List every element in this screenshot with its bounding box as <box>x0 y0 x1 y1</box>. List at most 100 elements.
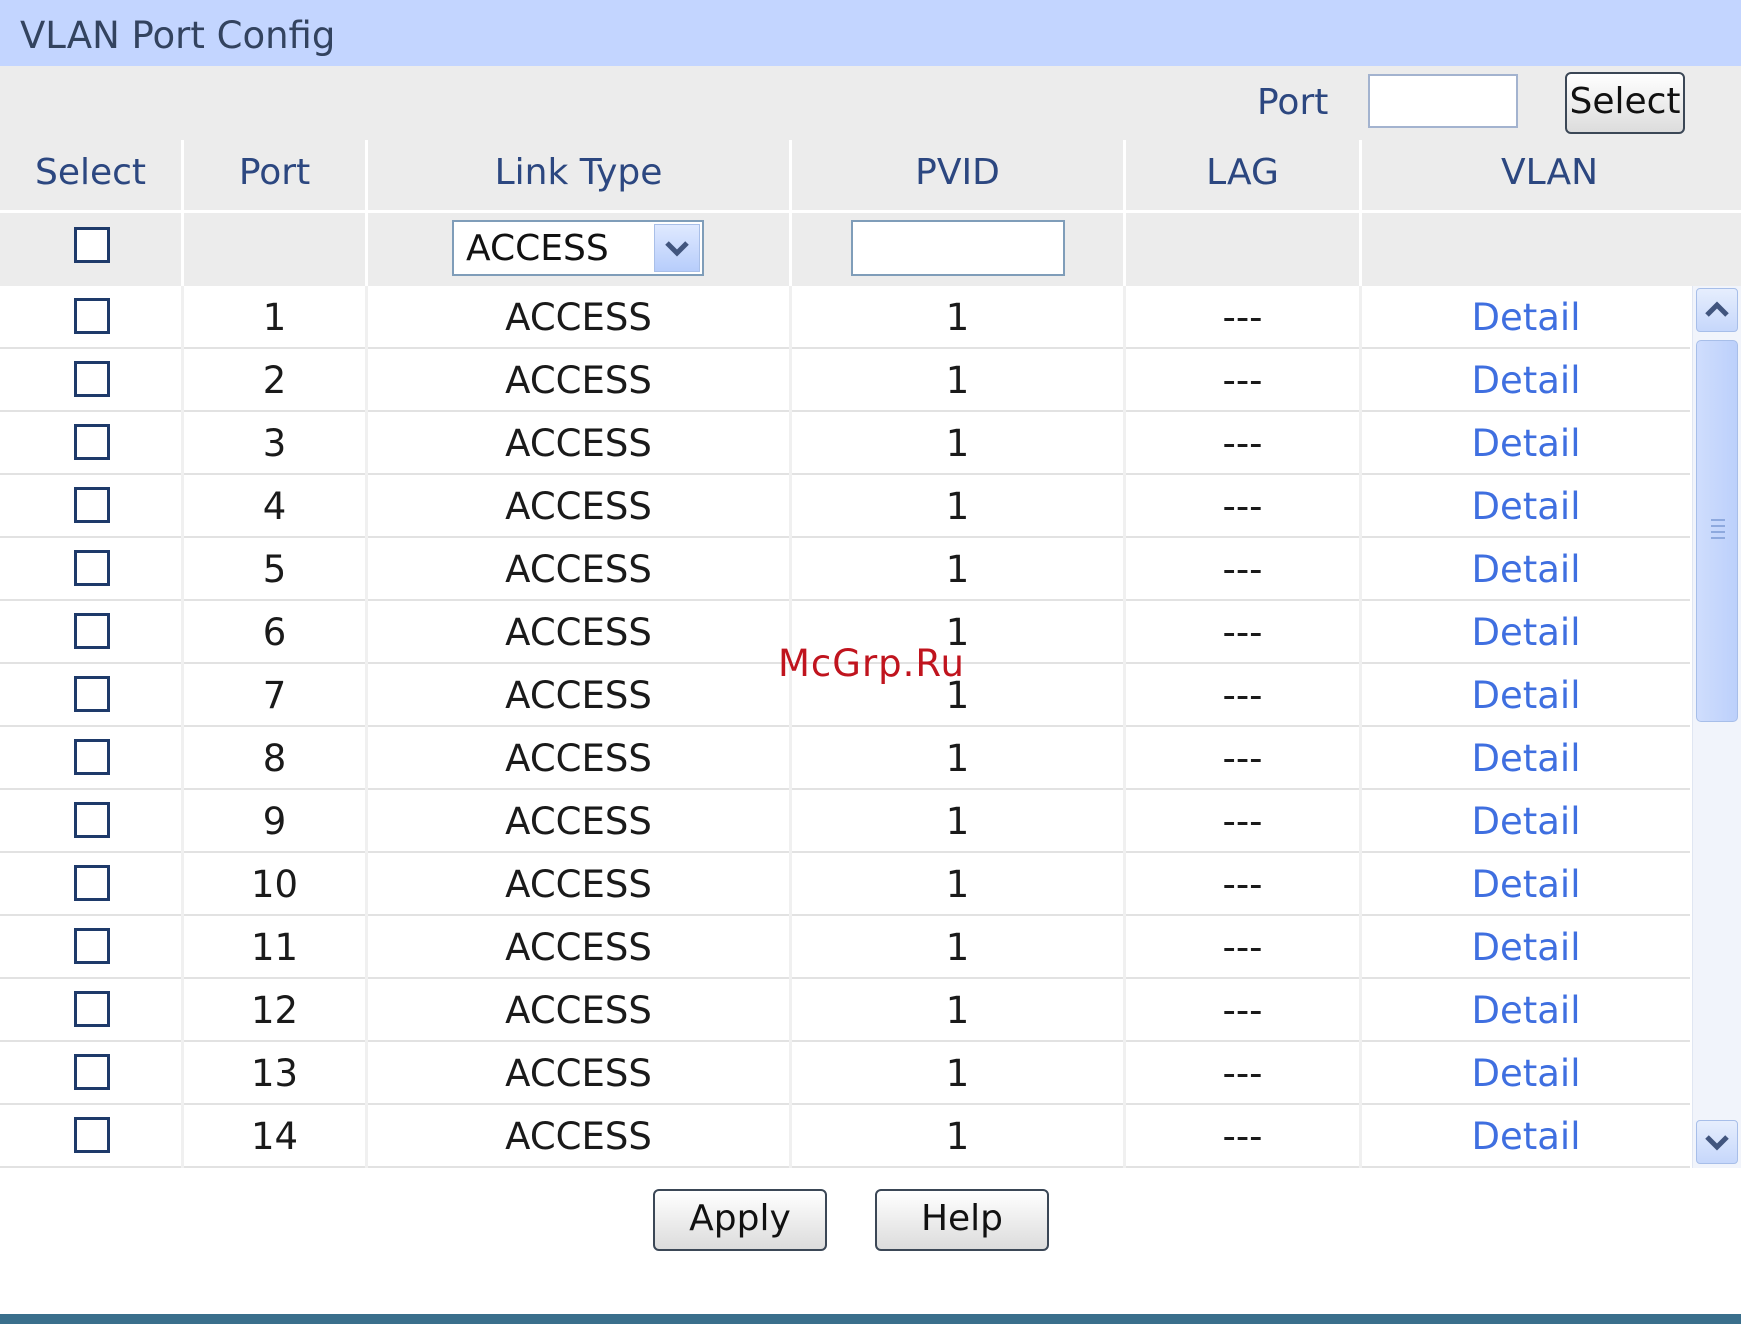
select-all-checkbox[interactable] <box>74 227 110 263</box>
port-cell: 2 <box>262 359 287 402</box>
port-cell: 5 <box>262 548 287 591</box>
lag-cell: --- <box>1222 296 1263 339</box>
pvid-input[interactable] <box>851 220 1065 276</box>
table-row: 4 ACCESS 1 --- Detail <box>0 475 1690 538</box>
port-filter-input[interactable] <box>1368 74 1518 128</box>
link-type-cell: ACCESS <box>505 737 652 780</box>
column-header-select: Select <box>34 152 147 193</box>
lag-cell: --- <box>1222 422 1263 465</box>
select-port-button[interactable]: Select <box>1565 72 1685 134</box>
link-type-select[interactable]: ACCESS <box>452 220 704 276</box>
port-cell: 6 <box>262 611 287 654</box>
row-select-checkbox[interactable] <box>74 991 110 1027</box>
link-type-cell: ACCESS <box>505 674 652 717</box>
port-cell: 9 <box>262 800 287 843</box>
pvid-cell: 1 <box>945 863 970 906</box>
vlan-detail-link[interactable]: Detail <box>1362 674 1690 717</box>
help-button[interactable]: Help <box>875 1189 1049 1251</box>
lag-cell: --- <box>1222 989 1263 1032</box>
table-row: 5 ACCESS 1 --- Detail <box>0 538 1690 601</box>
lag-cell: --- <box>1222 737 1263 780</box>
vlan-detail-link[interactable]: Detail <box>1362 926 1690 969</box>
port-cell: 11 <box>250 926 299 969</box>
scroll-up-arrow-icon[interactable] <box>1696 288 1738 332</box>
link-type-cell: ACCESS <box>505 989 652 1032</box>
lag-cell: --- <box>1222 926 1263 969</box>
link-type-cell: ACCESS <box>505 359 652 402</box>
column-header-pvid: PVID <box>915 152 1000 193</box>
lag-cell: --- <box>1222 1115 1263 1158</box>
lag-cell: --- <box>1222 611 1263 654</box>
link-type-select-value: ACCESS <box>466 228 609 269</box>
vlan-detail-link[interactable]: Detail <box>1362 359 1690 402</box>
vlan-detail-link[interactable]: Detail <box>1362 422 1690 465</box>
vlan-detail-link[interactable]: Detail <box>1362 800 1690 843</box>
row-select-checkbox[interactable] <box>74 1117 110 1153</box>
row-select-checkbox[interactable] <box>74 928 110 964</box>
table-row: 14 ACCESS 1 --- Detail <box>0 1105 1690 1168</box>
lag-cell: --- <box>1222 800 1263 843</box>
row-select-checkbox[interactable] <box>74 613 110 649</box>
pvid-cell: 1 <box>945 359 970 402</box>
link-type-cell: ACCESS <box>505 485 652 528</box>
table-header: Select Port Link Type PVID LAG VLAN ACCE… <box>0 140 1741 286</box>
bottom-bar <box>0 1314 1741 1324</box>
vlan-detail-link[interactable]: Detail <box>1362 737 1690 780</box>
chevron-down-icon[interactable] <box>654 224 700 272</box>
link-type-cell: ACCESS <box>505 611 652 654</box>
link-type-cell: ACCESS <box>505 296 652 339</box>
row-select-checkbox[interactable] <box>74 487 110 523</box>
lag-cell: --- <box>1222 863 1263 906</box>
link-type-cell: ACCESS <box>505 800 652 843</box>
table-row: 10 ACCESS 1 --- Detail <box>0 853 1690 916</box>
table-row: 11 ACCESS 1 --- Detail <box>0 916 1690 979</box>
column-header-port: Port <box>238 152 311 193</box>
vlan-detail-link[interactable]: Detail <box>1362 989 1690 1032</box>
lag-cell: --- <box>1222 485 1263 528</box>
pvid-cell: 1 <box>945 989 970 1032</box>
scrollbar-thumb[interactable] <box>1696 340 1738 722</box>
link-type-cell: ACCESS <box>505 926 652 969</box>
port-cell: 3 <box>262 422 287 465</box>
title-bar: VLAN Port Config <box>0 0 1741 67</box>
link-type-cell: ACCESS <box>505 548 652 591</box>
table-row: 9 ACCESS 1 --- Detail <box>0 790 1690 853</box>
vlan-detail-link[interactable]: Detail <box>1362 1052 1690 1095</box>
row-select-checkbox[interactable] <box>74 676 110 712</box>
port-cell: 7 <box>262 674 287 717</box>
vlan-detail-link[interactable]: Detail <box>1362 1115 1690 1158</box>
row-select-checkbox[interactable] <box>74 1054 110 1090</box>
scroll-down-arrow-icon[interactable] <box>1696 1120 1738 1164</box>
vlan-detail-link[interactable]: Detail <box>1362 548 1690 591</box>
vertical-scrollbar[interactable] <box>1692 286 1741 1168</box>
row-select-checkbox[interactable] <box>74 802 110 838</box>
pvid-cell: 1 <box>945 296 970 339</box>
vlan-detail-link[interactable]: Detail <box>1362 485 1690 528</box>
pvid-cell: 1 <box>945 800 970 843</box>
column-header-link-type: Link Type <box>494 152 663 193</box>
port-table-body: 1 ACCESS 1 --- Detail 2 ACCESS 1 --- Detail 3 ACCES… <box>0 286 1690 1168</box>
vlan-detail-link[interactable]: Detail <box>1362 611 1690 654</box>
pvid-cell: 1 <box>945 485 970 528</box>
row-select-checkbox[interactable] <box>74 424 110 460</box>
row-select-checkbox[interactable] <box>74 550 110 586</box>
apply-button[interactable]: Apply <box>653 1189 827 1251</box>
table-row: 8 ACCESS 1 --- Detail <box>0 727 1690 790</box>
port-cell: 13 <box>250 1052 299 1095</box>
pvid-cell: 1 <box>945 422 970 465</box>
row-select-checkbox[interactable] <box>74 298 110 334</box>
row-select-checkbox[interactable] <box>74 739 110 775</box>
port-cell: 14 <box>250 1115 299 1158</box>
port-filter-bar: Port Select <box>0 66 1741 140</box>
vlan-detail-link[interactable]: Detail <box>1362 296 1690 339</box>
lag-cell: --- <box>1222 359 1263 402</box>
port-cell: 1 <box>262 296 287 339</box>
link-type-cell: ACCESS <box>505 863 652 906</box>
row-select-checkbox[interactable] <box>74 361 110 397</box>
column-header-vlan: VLAN <box>1500 152 1599 193</box>
table-row: 1 ACCESS 1 --- Detail <box>0 286 1690 349</box>
port-filter-label: Port <box>1257 82 1329 123</box>
row-select-checkbox[interactable] <box>74 865 110 901</box>
vlan-detail-link[interactable]: Detail <box>1362 863 1690 906</box>
lag-cell: --- <box>1222 674 1263 717</box>
